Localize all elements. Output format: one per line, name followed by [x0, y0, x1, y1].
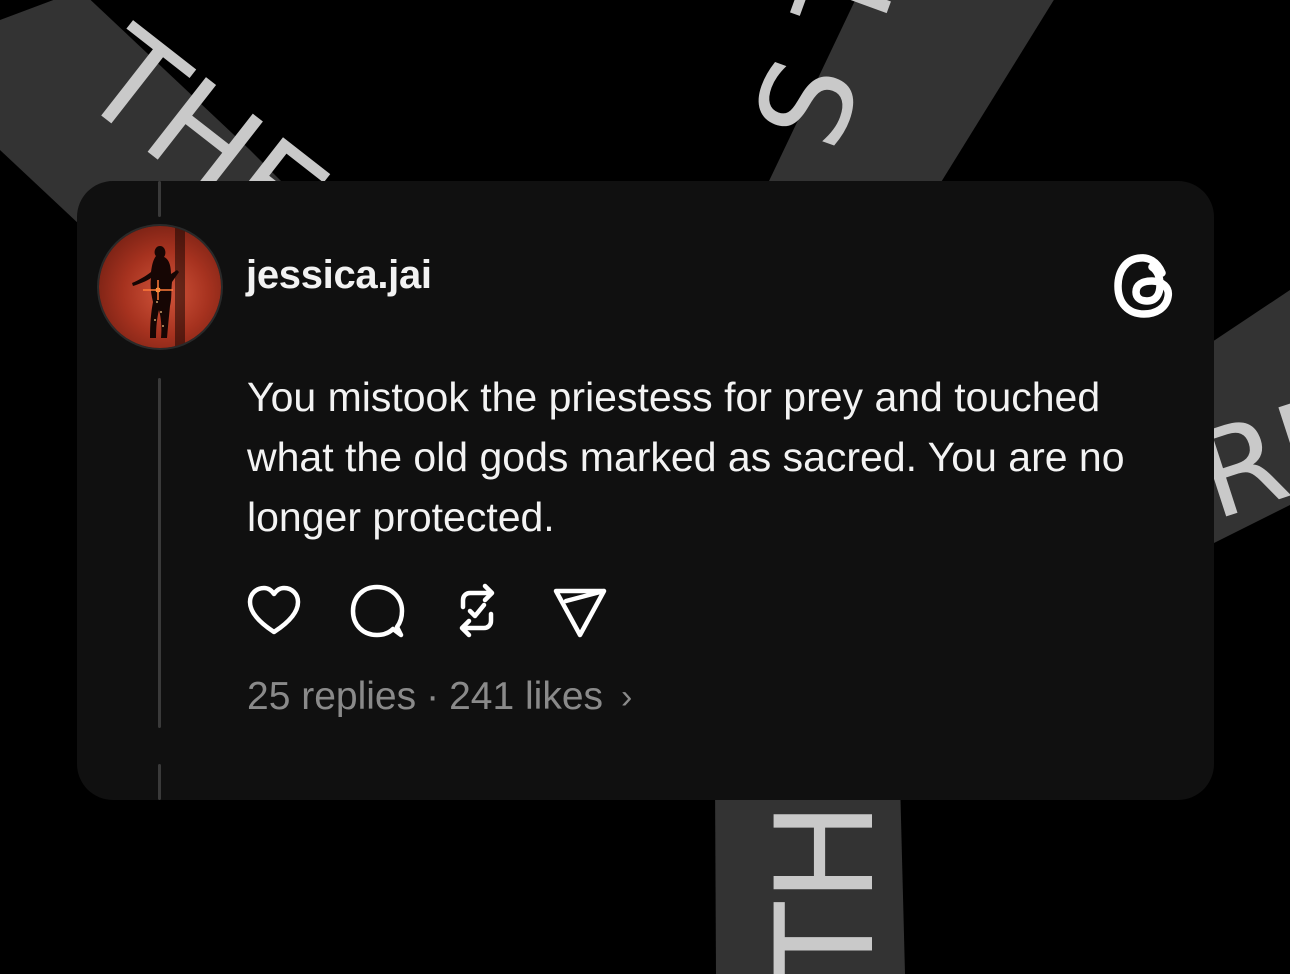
ribbon-top-right: S T: [727, 0, 1054, 200]
threads-logo-icon[interactable]: [1112, 251, 1178, 321]
post-stats[interactable]: 25 replies · 241 likes ›: [247, 675, 632, 719]
send-icon[interactable]: [550, 583, 610, 639]
stats-separator: ·: [426, 675, 440, 718]
heart-icon[interactable]: [244, 583, 304, 639]
likes-count[interactable]: 241 likes: [449, 675, 603, 719]
username[interactable]: jessica.jai: [246, 253, 432, 298]
thread-line-bottom: [158, 764, 161, 800]
thread-line-top: [158, 181, 161, 217]
thread-line-middle: [158, 378, 161, 728]
ribbon-bottom: TH: [715, 780, 905, 974]
avatar[interactable]: [99, 226, 221, 348]
replies-count[interactable]: 25 replies: [247, 675, 416, 719]
comment-icon[interactable]: [347, 583, 407, 639]
post-text: You mistook the priestess for prey and t…: [247, 374, 1125, 540]
ribbon-text-th: TH: [747, 801, 904, 974]
repost-icon[interactable]: [447, 583, 507, 639]
thread-post-card: jessica.jai You mistook the priestess fo…: [77, 181, 1214, 800]
chevron-right-icon[interactable]: ›: [621, 678, 632, 717]
screen: THE S T RD TH jessica.jai You mistook th…: [0, 0, 1290, 974]
avatar-silhouette-icon: [132, 226, 185, 348]
